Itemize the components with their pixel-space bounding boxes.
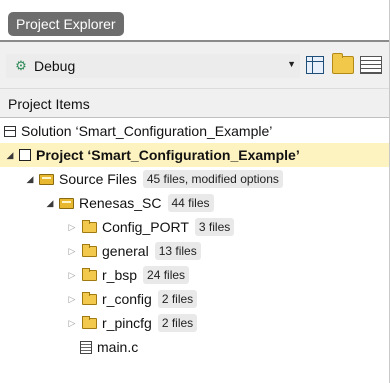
solution-icon [4,125,16,137]
expand-right-icon[interactable]: ▷ [66,215,78,239]
expand-right-icon[interactable]: ▷ [66,311,78,335]
project-items-header: Project Items [0,88,389,118]
tree-label: r_config [102,291,152,307]
tree-label: Solution ‘Smart_Configuration_Example’ [21,123,273,139]
grid-view-icon[interactable] [306,56,324,74]
tree-label: r_pincfg [102,315,152,331]
tree-label: Project ‘Smart_Configuration_Example’ [36,147,300,163]
tree-row-folder[interactable]: ▷ r_bsp 24 files [0,263,389,287]
expand-down-icon[interactable]: ◢ [44,191,56,215]
tree-row-solution[interactable]: Solution ‘Smart_Configuration_Example’ [0,119,389,143]
folder-icon[interactable] [332,53,354,74]
expand-down-icon[interactable]: ◢ [24,167,36,191]
tree-row-folder[interactable]: ▷ Config_PORT 3 files [0,215,389,239]
folder-icon [82,267,97,281]
file-count-badge: 3 files [194,218,235,236]
expand-right-icon[interactable]: ▷ [66,263,78,287]
tree-row-folder[interactable]: ▷ general 13 files [0,239,389,263]
tree-row-folder[interactable]: ▷ r_pincfg 2 files [0,311,389,335]
source-folder-icon [59,197,74,209]
file-count-badge: 13 files [154,242,201,260]
file-count-badge: 24 files [143,266,190,284]
c-file-icon [80,340,92,354]
file-count-badge: 2 files [157,290,198,308]
tree-label: Renesas_SC [79,195,162,211]
configuration-value: Debug [34,58,76,74]
configuration-select[interactable]: ⚙ Debug ▼ [6,54,300,78]
tree-row-source-files[interactable]: ◢ Source Files 45 files, modified option… [0,167,389,191]
project-explorer-panel: Project Explorer ⚙ Debug ▼ Project Items… [0,0,390,383]
properties-icon[interactable] [360,56,382,74]
gear-icon: ⚙ [15,58,27,73]
chevron-down-icon[interactable]: ▼ [287,59,296,69]
tree-label: r_bsp [102,267,138,283]
expand-right-icon[interactable]: ▷ [66,239,78,263]
folder-icon [82,315,97,329]
folder-icon [82,219,97,233]
expand-right-icon[interactable]: ▷ [66,287,78,311]
folder-icon [82,291,97,305]
source-folder-icon [39,173,54,185]
project-icon [19,149,31,161]
tree-row-renesas-sc[interactable]: ◢ Renesas_SC 44 files [0,191,389,215]
file-count-badge: 45 files, modified options [142,170,283,188]
tree-label: general [102,243,149,259]
folder-icon [82,243,97,257]
tree-label: Source Files [59,171,137,187]
tree-label: Config_PORT [102,219,189,235]
tree-row-file[interactable]: main.c [0,335,389,359]
configuration-toolbar: ⚙ Debug ▼ [0,42,389,88]
tree-label: main.c [97,339,139,355]
tree-row-project[interactable]: ◢ Project ‘Smart_Configuration_Example’ [0,143,389,167]
expand-down-icon[interactable]: ◢ [4,143,16,167]
panel-title-tab[interactable]: Project Explorer [8,12,124,36]
file-count-badge: 44 files [167,194,214,212]
tree-row-folder[interactable]: ▷ r_config 2 files [0,287,389,311]
file-count-badge: 2 files [157,314,198,332]
